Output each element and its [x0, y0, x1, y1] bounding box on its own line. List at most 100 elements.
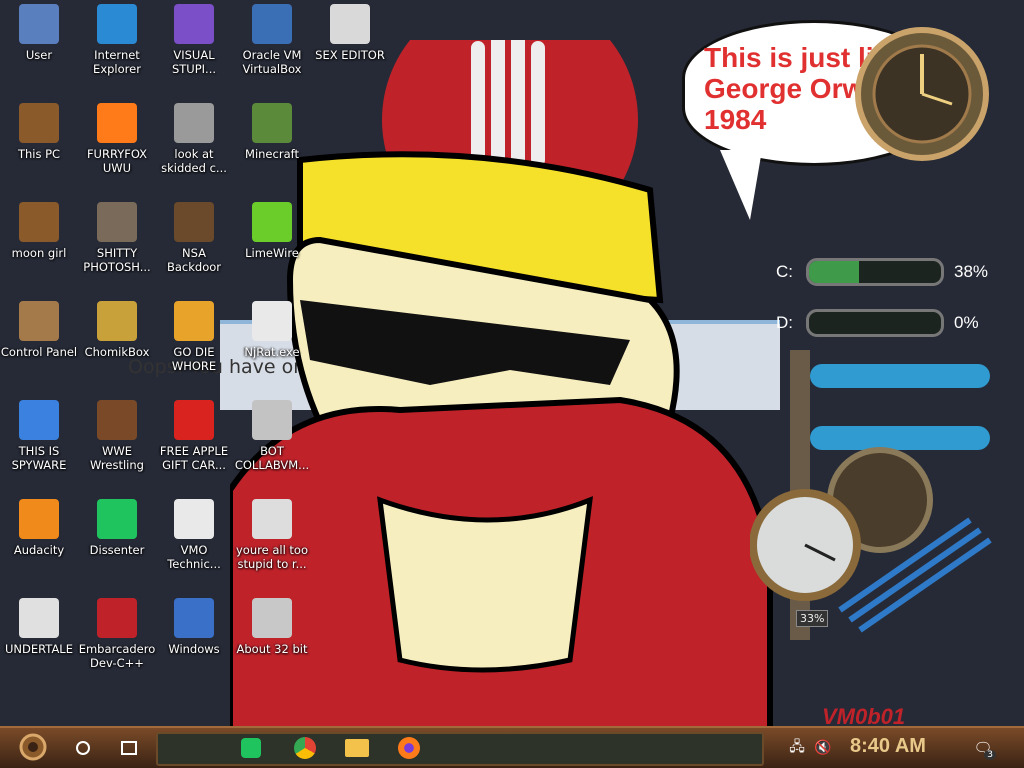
- desktop-icon-label: Internet Explorer: [93, 48, 141, 76]
- undertale-icon: [19, 598, 59, 638]
- audacity-icon: [19, 499, 59, 539]
- task-view-icon: [121, 741, 137, 755]
- wwe-icon: [97, 400, 137, 440]
- desktop-icon-wwe[interactable]: WWE Wrestling: [78, 400, 156, 472]
- godie-icon: [174, 301, 214, 341]
- search-button[interactable]: [68, 734, 98, 762]
- sex-icon: [330, 4, 370, 44]
- desktop-icon-njrat[interactable]: NjRat.exe: [233, 301, 311, 359]
- desktop-icon-minecraft[interactable]: Minecraft: [233, 103, 311, 161]
- bit32-icon: [252, 598, 292, 638]
- cartoon-character-image: [230, 40, 773, 730]
- steampunk-pipes-gadget: [750, 350, 992, 640]
- desktop-icon-stupid[interactable]: youre all too stupid to r...: [233, 499, 311, 571]
- njrat-icon: [252, 301, 292, 341]
- desktop-icon-pc[interactable]: This PC: [0, 103, 78, 161]
- desktop-icon-label: GO DIE WHORE: [171, 345, 217, 373]
- speaker-muted-icon: 🔇: [814, 740, 832, 756]
- desktop-icon-vbox[interactable]: Oracle VM VirtualBox: [233, 4, 311, 76]
- bot-icon: [252, 400, 292, 440]
- desktop-icon-label: NSA Backdoor: [166, 246, 222, 274]
- taskbar-chrome[interactable]: [290, 734, 320, 762]
- desktop-icon-label: BOT COLLABVM...: [234, 444, 310, 472]
- drive-c-fill: [809, 261, 860, 283]
- desktop-icon-godie[interactable]: GO DIE WHORE: [155, 301, 233, 373]
- devc-icon: [97, 598, 137, 638]
- desktop-icon-devc[interactable]: Embarcadero Dev-C++: [78, 598, 156, 670]
- desktop-icon-sex[interactable]: SEX EDITOR: [311, 4, 389, 62]
- action-center-button[interactable]: 🗨 3: [968, 734, 998, 762]
- limewire-icon: [252, 202, 292, 242]
- lookat-icon: [174, 103, 214, 143]
- desktop-icon-label: THIS IS SPYWARE: [11, 444, 67, 472]
- taskbar-dissenter[interactable]: [236, 734, 266, 762]
- desktop-icon-label: LimeWire: [245, 246, 299, 260]
- moongirl-icon: [19, 202, 59, 242]
- desktop-icon-chrome[interactable]: THIS IS SPYWARE: [0, 400, 78, 472]
- nsa-icon: [174, 202, 214, 242]
- dissenter-icon: [241, 738, 261, 758]
- chrome-icon: [19, 400, 59, 440]
- network-icon: 🖧: [789, 739, 805, 755]
- desktop-icon-winshield[interactable]: Windows: [155, 598, 233, 656]
- stupid-icon: [252, 499, 292, 539]
- desktop-icon-firefox[interactable]: FURRYFOX UWU: [78, 103, 156, 175]
- taskbar-clock[interactable]: 8:40 AM: [850, 735, 926, 758]
- desktop-icon-cpanel[interactable]: Control Panel: [0, 301, 78, 359]
- desktop-icon-label: VMO Technic...: [167, 543, 221, 571]
- desktop-icon-label: VISUAL STUPI...: [171, 48, 217, 76]
- firefox-icon: [97, 103, 137, 143]
- user-icon: [19, 4, 59, 44]
- desktop-icon-label: ChomikBox: [84, 345, 150, 359]
- desktop-icon-label: Control Panel: [0, 345, 78, 359]
- desktop-icon-dissenter[interactable]: Dissenter: [78, 499, 156, 557]
- desktop-icon-gimp[interactable]: SHITTY PHOTOSH...: [78, 202, 156, 274]
- start-button[interactable]: [14, 731, 52, 763]
- desktop-icon-audacity[interactable]: Audacity: [0, 499, 78, 557]
- desktop-icon-label: youre all too stupid to r...: [235, 543, 308, 571]
- task-view-button[interactable]: [114, 734, 144, 762]
- volume-tray-icon[interactable]: 🔇: [808, 734, 838, 762]
- ie-icon: [97, 4, 137, 44]
- winshield-icon: [174, 598, 214, 638]
- drive-d-percent: 0%: [954, 313, 979, 332]
- cpanel-icon: [19, 301, 59, 341]
- desktop-icon-apple[interactable]: FREE APPLE GIFT CAR...: [155, 400, 233, 472]
- taskbar-firefox[interactable]: [394, 734, 424, 762]
- desktop-icon-limewire[interactable]: LimeWire: [233, 202, 311, 260]
- desktop-icon-nsa[interactable]: NSA Backdoor: [155, 202, 233, 274]
- desktop-icon-bot[interactable]: BOT COLLABVM...: [233, 400, 311, 472]
- desktop-icon-label: FURRYFOX UWU: [86, 147, 148, 175]
- apple-icon: [174, 400, 214, 440]
- desktop-icon-vmo[interactable]: VMO Technic...: [155, 499, 233, 571]
- desktop-icon-moongirl[interactable]: moon girl: [0, 202, 78, 260]
- drive-d-meter: [806, 309, 944, 337]
- desktop-icon-label: Windows: [168, 642, 220, 656]
- desktop-icon-label: moon girl: [11, 246, 67, 260]
- drive-c-label: C:: [776, 262, 793, 281]
- desktop-icon-ie[interactable]: Internet Explorer: [78, 4, 156, 76]
- vmo-icon: [174, 499, 214, 539]
- desktop-icon-label: UNDERTALE: [5, 642, 73, 656]
- firefox-icon: [398, 737, 420, 759]
- desktop-icon-label: FREE APPLE GIFT CAR...: [159, 444, 229, 472]
- desktop-icon-chomik[interactable]: ChomikBox: [78, 301, 156, 359]
- desktop-icon-vs[interactable]: VISUAL STUPI...: [155, 4, 233, 76]
- taskbar-file-explorer[interactable]: [342, 734, 372, 762]
- desktop-icon-undertale[interactable]: UNDERTALE: [0, 598, 78, 656]
- desktop-icon-user[interactable]: User: [0, 4, 78, 62]
- desktop-icon-label: SEX EDITOR: [315, 48, 385, 62]
- desktop-icon-lookat[interactable]: look at skidded c...: [155, 103, 233, 175]
- desktop-icon-label: look at skidded c...: [161, 147, 227, 175]
- taskbar: 🖧 🔇 8:40 AM 🗨 3: [0, 726, 1024, 768]
- chrome-icon: [294, 737, 316, 759]
- desktop-icon-bit32[interactable]: About 32 bit: [233, 598, 311, 656]
- gimp-icon: [97, 202, 137, 242]
- desktop-icon-label: NjRat.exe: [244, 345, 300, 359]
- drive-c-percent: 38%: [954, 262, 989, 281]
- drive-d-label: D:: [776, 313, 793, 332]
- vs-icon: [174, 4, 214, 44]
- desktop-icon-label: Oracle VM VirtualBox: [242, 48, 302, 76]
- chomik-icon: [97, 301, 137, 341]
- minecraft-icon: [252, 103, 292, 143]
